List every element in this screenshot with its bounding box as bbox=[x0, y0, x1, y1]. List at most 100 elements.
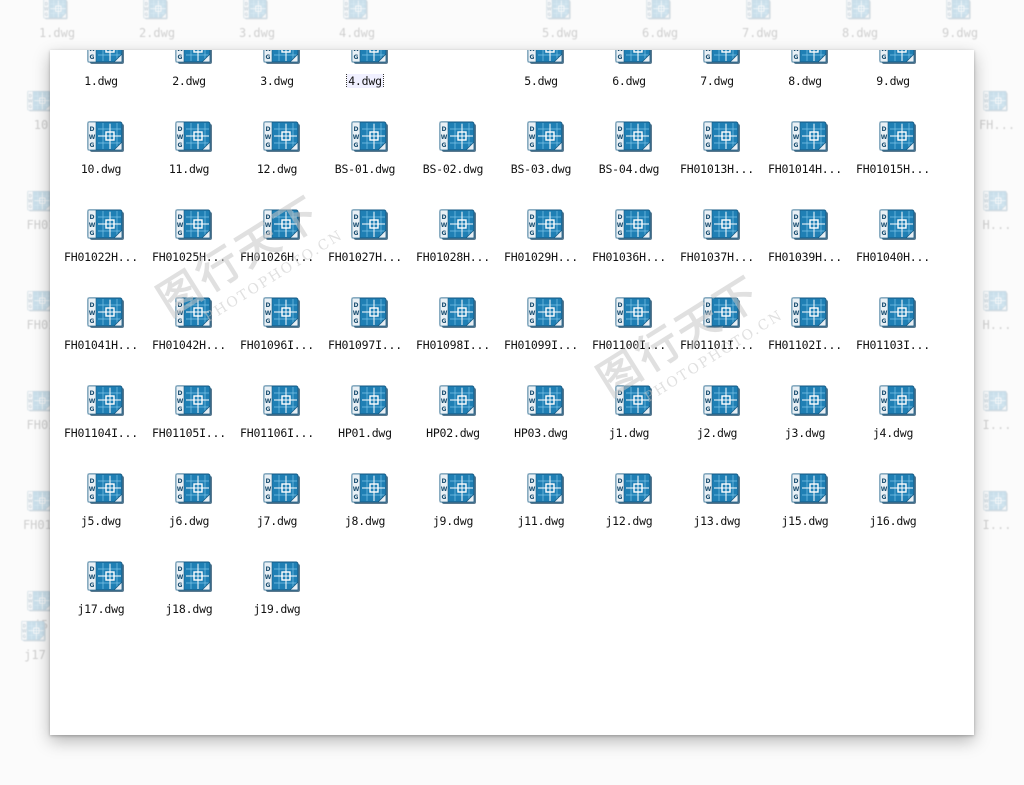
file-name-label: FH01029H... bbox=[504, 250, 578, 264]
file-item[interactable]: D W G j13.dwg bbox=[674, 460, 760, 546]
file-name-label: 7.dwg bbox=[700, 74, 734, 88]
file-name-label: j19.dwg bbox=[253, 602, 301, 616]
file-item[interactable]: D W G 10.dwg bbox=[58, 108, 144, 194]
file-item[interactable]: D W G j5.dwg bbox=[58, 460, 144, 546]
file-item[interactable]: D W G FH01039H... bbox=[762, 196, 848, 282]
file-item[interactable]: D W G FH01040H... bbox=[850, 196, 936, 282]
svg-text:W: W bbox=[529, 50, 536, 53]
file-item[interactable]: D W G FH01041H... bbox=[58, 284, 144, 370]
file-item[interactable]: D W G 7.dwg bbox=[674, 50, 760, 106]
file-name-label: j11.dwg bbox=[517, 514, 565, 528]
file-item[interactable]: D W G FH01014H... bbox=[762, 108, 848, 194]
file-item[interactable]: D W G 1.dwg bbox=[58, 50, 144, 106]
file-item[interactable]: D W G FH01037H... bbox=[674, 196, 760, 282]
file-item[interactable]: D W G FH01029H... bbox=[498, 196, 584, 282]
file-item[interactable]: D W G FH01100I... bbox=[586, 284, 672, 370]
svg-text:D: D bbox=[618, 214, 623, 221]
file-item[interactable]: D W G FH01098I... bbox=[410, 284, 496, 370]
svg-text:W: W bbox=[529, 134, 536, 141]
file-item[interactable]: D W G 4.dwg bbox=[322, 50, 408, 106]
file-item[interactable]: D W G j3.dwg bbox=[762, 372, 848, 458]
file-item[interactable]: D W G FH01097I... bbox=[322, 284, 408, 370]
file-item[interactable]: D W G FH01027H... bbox=[322, 196, 408, 282]
file-item[interactable]: D W G 11.dwg bbox=[146, 108, 232, 194]
svg-text:W: W bbox=[529, 310, 536, 317]
file-item[interactable]: D W G 6.dwg bbox=[586, 50, 672, 106]
dwg-file-icon: D W G bbox=[263, 120, 305, 156]
file-item[interactable]: D W G FH01096I... bbox=[234, 284, 320, 370]
svg-text:W: W bbox=[617, 134, 624, 141]
svg-text:D: D bbox=[882, 126, 887, 133]
svg-text:W: W bbox=[353, 398, 360, 405]
file-item[interactable]: D W G j6.dwg bbox=[146, 460, 232, 546]
svg-text:D: D bbox=[442, 478, 447, 485]
file-item[interactable]: D W G 9.dwg bbox=[850, 50, 936, 106]
file-item[interactable]: D W G FH01015H... bbox=[850, 108, 936, 194]
file-item[interactable]: D W G FH01106I... bbox=[234, 372, 320, 458]
svg-text:D: D bbox=[706, 214, 711, 221]
svg-text:W: W bbox=[89, 134, 96, 141]
file-item[interactable]: D W G HP03.dwg bbox=[498, 372, 584, 458]
file-item[interactable]: D W G j11.dwg bbox=[498, 460, 584, 546]
file-item[interactable]: D W G j4.dwg bbox=[850, 372, 936, 458]
file-item[interactable]: D W G HP01.dwg bbox=[322, 372, 408, 458]
file-item[interactable]: D W G j8.dwg bbox=[322, 460, 408, 546]
file-item[interactable]: D W G j15.dwg bbox=[762, 460, 848, 546]
file-item[interactable]: D W G FH01103I... bbox=[850, 284, 936, 370]
file-item[interactable]: D W G FH01022H... bbox=[58, 196, 144, 282]
file-item[interactable]: D W G 8.dwg bbox=[762, 50, 848, 106]
file-item[interactable]: D W G HP02.dwg bbox=[410, 372, 496, 458]
svg-text:G: G bbox=[442, 406, 447, 413]
svg-text:W: W bbox=[28, 399, 33, 404]
file-item[interactable]: D W G j12.dwg bbox=[586, 460, 672, 546]
file-item[interactable]: D W G 2.dwg bbox=[146, 50, 232, 106]
file-item[interactable]: D W G BS-02.dwg bbox=[410, 108, 496, 194]
file-item[interactable]: D W G FH01013H... bbox=[674, 108, 760, 194]
dwg-file-icon: D W G bbox=[703, 384, 745, 420]
file-item[interactable]: D W G j19.dwg bbox=[234, 548, 320, 634]
file-item[interactable]: D W G j9.dwg bbox=[410, 460, 496, 546]
svg-text:W: W bbox=[353, 486, 360, 493]
svg-text:G: G bbox=[442, 318, 447, 325]
svg-text:G: G bbox=[354, 406, 359, 413]
svg-text:D: D bbox=[706, 302, 711, 309]
file-item[interactable]: D W G j7.dwg bbox=[234, 460, 320, 546]
file-item[interactable]: D W G BS-03.dwg bbox=[498, 108, 584, 194]
svg-text:G: G bbox=[548, 12, 551, 17]
file-item[interactable]: D W G 12.dwg bbox=[234, 108, 320, 194]
file-item[interactable]: D W G FH01102I... bbox=[762, 284, 848, 370]
file-item[interactable]: D W G j17.dwg bbox=[58, 548, 144, 634]
svg-text:W: W bbox=[529, 486, 536, 493]
file-item[interactable]: D W G 3.dwg bbox=[234, 50, 320, 106]
file-item[interactable]: D W G 5.dwg bbox=[498, 50, 584, 106]
file-item[interactable]: D W G BS-01.dwg bbox=[322, 108, 408, 194]
svg-text:G: G bbox=[178, 494, 183, 501]
dwg-file-icon: D W G bbox=[87, 384, 129, 420]
file-name-label: FH01104I... bbox=[64, 426, 138, 440]
file-item[interactable]: D W G j2.dwg bbox=[674, 372, 760, 458]
file-item[interactable]: D W G FH01101I... bbox=[674, 284, 760, 370]
file-name-label: FH01100I... bbox=[592, 338, 666, 352]
background-file-item: D W G 6.dwg bbox=[625, 0, 695, 40]
file-item[interactable]: D W G FH01099I... bbox=[498, 284, 584, 370]
file-name-label: FH01097I... bbox=[328, 338, 402, 352]
file-item[interactable]: D W G FH01026H... bbox=[234, 196, 320, 282]
dwg-file-icon: D W G bbox=[87, 296, 129, 332]
file-item[interactable]: D W G j18.dwg bbox=[146, 548, 232, 634]
file-item[interactable]: D W G BS-04.dwg bbox=[586, 108, 672, 194]
dwg-file-icon: D W G bbox=[175, 560, 217, 596]
file-item[interactable]: D W G FH01105I... bbox=[146, 372, 232, 458]
svg-text:D: D bbox=[618, 478, 623, 485]
file-item[interactable]: D W G j1.dwg bbox=[586, 372, 672, 458]
dwg-file-icon: D W G bbox=[703, 296, 745, 332]
file-item[interactable]: D W G FH01028H... bbox=[410, 196, 496, 282]
file-item[interactable]: D W G j16.dwg bbox=[850, 460, 936, 546]
file-item[interactable]: D W G FH01036H... bbox=[586, 196, 672, 282]
dwg-file-icon: D W G bbox=[527, 472, 569, 508]
file-item[interactable]: D W G FH01042H... bbox=[146, 284, 232, 370]
dwg-file-icon: D W G bbox=[791, 120, 833, 156]
file-item[interactable]: D W G FH01104I... bbox=[58, 372, 144, 458]
svg-text:G: G bbox=[882, 406, 887, 413]
file-item[interactable]: D W G FH01025H... bbox=[146, 196, 232, 282]
svg-text:W: W bbox=[847, 7, 852, 12]
